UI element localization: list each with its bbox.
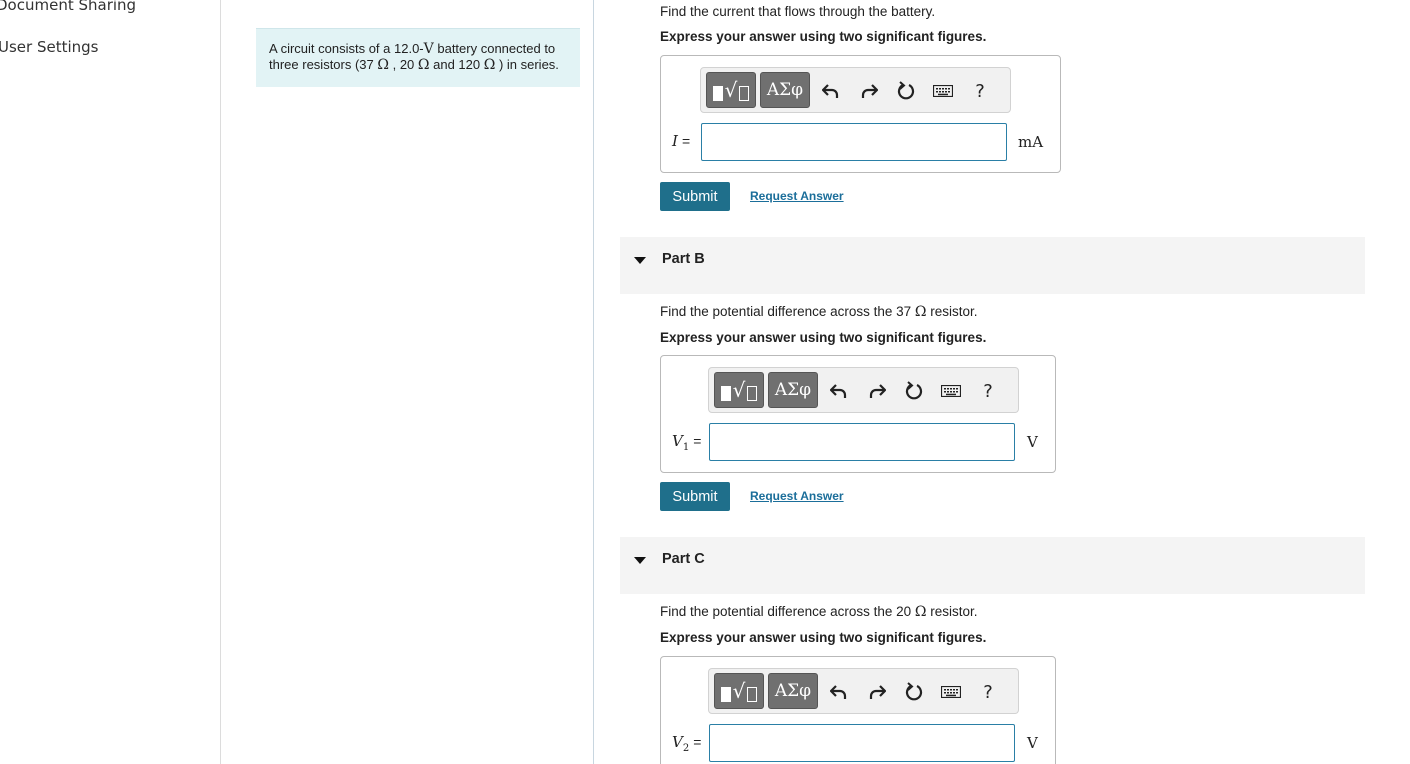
intro-text: A circuit consists of a 12.0- — [269, 41, 424, 56]
intro-text: battery connected to — [433, 41, 556, 56]
templates-icon: √ — [712, 79, 750, 101]
help-label: ? — [983, 380, 993, 402]
part-c-unit: V — [1027, 734, 1038, 752]
ohm-symbol: Ω — [483, 57, 496, 73]
prompt-text: Find the potential difference across the… — [660, 604, 915, 619]
part-a-prompt: Find the current that flows through the … — [660, 4, 936, 19]
reset-icon[interactable] — [895, 80, 917, 102]
templates-button[interactable]: √ — [714, 673, 764, 709]
variable-subscript: 1 — [682, 442, 690, 453]
intro-line-2: three resistors (37 Ω , 20 Ω and 120 Ω )… — [269, 57, 568, 73]
part-c-header[interactable]: Part C — [620, 537, 1365, 594]
nav-item-document-sharing[interactable]: Document Sharing — [0, 0, 136, 14]
part-b-variable-label: V1 = — [672, 432, 701, 453]
intro-text: , 20 — [388, 57, 418, 72]
keyboard-icon[interactable] — [931, 80, 955, 102]
part-a-submit-button[interactable]: Submit — [660, 182, 730, 211]
prompt-text: resistor. — [926, 304, 978, 319]
keyboard-icon[interactable] — [939, 380, 963, 402]
reset-icon[interactable] — [903, 681, 925, 703]
left-navigation: Document Sharing User Settings — [0, 0, 221, 764]
collapse-caret-icon[interactable] — [634, 257, 646, 264]
part-c-variable-label: V2 = — [672, 733, 701, 754]
help-icon[interactable]: ? — [969, 80, 991, 102]
part-b-request-answer-link[interactable]: Request Answer — [750, 489, 844, 503]
undo-icon[interactable] — [820, 80, 842, 102]
part-c-answer-input[interactable] — [709, 724, 1015, 762]
keyboard-icon[interactable] — [939, 681, 963, 703]
ohm-symbol: Ω — [377, 57, 389, 73]
variable-symbol: V — [672, 733, 683, 751]
ohm-symbol: Ω — [417, 57, 430, 73]
redo-icon[interactable] — [866, 681, 888, 703]
part-a-math-toolbar: √ ΑΣφ ? — [700, 67, 1011, 113]
collapse-caret-icon[interactable] — [634, 557, 646, 564]
equals-sign: = — [693, 734, 702, 750]
templates-icon: √ — [720, 379, 758, 401]
reset-icon[interactable] — [903, 380, 925, 402]
greek-symbols-label: ΑΣφ — [774, 681, 812, 701]
part-c-math-toolbar: √ ΑΣφ ? — [708, 668, 1019, 714]
variable-symbol: I — [672, 132, 678, 150]
volt-symbol: V — [423, 41, 434, 57]
part-b-unit: V — [1027, 433, 1038, 451]
part-b-instruction: Express your answer using two significan… — [660, 330, 987, 345]
part-a-answer-input[interactable] — [701, 123, 1007, 161]
part-a-request-answer-link[interactable]: Request Answer — [750, 189, 844, 203]
part-a-variable-label: I = — [672, 132, 690, 150]
greek-symbols-button[interactable]: ΑΣφ — [760, 72, 810, 108]
variable-symbol: V — [672, 432, 683, 450]
nav-item-user-settings[interactable]: User Settings — [0, 38, 98, 56]
part-b-submit-button[interactable]: Submit — [660, 482, 730, 511]
help-label: ? — [975, 80, 985, 102]
templates-button[interactable]: √ — [706, 72, 756, 108]
prompt-text: resistor. — [926, 604, 978, 619]
problem-intro: A circuit consists of a 12.0-V battery c… — [256, 28, 580, 87]
intro-text: three resistors (37 — [269, 57, 378, 72]
redo-icon[interactable] — [858, 80, 880, 102]
part-c-prompt: Find the potential difference across the… — [660, 604, 978, 620]
part-a-answer-box: √ ΑΣφ ? I = mA — [660, 55, 1061, 173]
part-b-math-toolbar: √ ΑΣφ ? — [708, 367, 1019, 413]
part-c-instruction: Express your answer using two significan… — [660, 630, 987, 645]
templates-icon: √ — [720, 680, 758, 702]
intro-text: ) in series. — [495, 57, 559, 72]
ohm-symbol: Ω — [914, 304, 927, 320]
part-b-title: Part B — [662, 251, 705, 267]
intro-text: and 120 — [429, 57, 484, 72]
part-b-header[interactable]: Part B — [620, 237, 1365, 294]
part-c-answer-box: √ ΑΣφ ? V2 = V — [660, 656, 1056, 764]
help-icon[interactable]: ? — [977, 681, 999, 703]
part-c-title: Part C — [662, 551, 705, 567]
prompt-text: Find the potential difference across the… — [660, 304, 915, 319]
part-a-unit: mA — [1018, 133, 1044, 151]
variable-subscript: 2 — [682, 743, 690, 754]
undo-icon[interactable] — [828, 380, 850, 402]
intro-line-1: A circuit consists of a 12.0-V battery c… — [269, 41, 568, 57]
greek-symbols-button[interactable]: ΑΣφ — [768, 372, 818, 408]
greek-symbols-label: ΑΣφ — [774, 380, 812, 400]
undo-icon[interactable] — [828, 681, 850, 703]
part-b-answer-input[interactable] — [709, 423, 1015, 461]
greek-symbols-label: ΑΣφ — [766, 80, 804, 100]
templates-button[interactable]: √ — [714, 372, 764, 408]
intro-column: A circuit consists of a 12.0-V battery c… — [221, 0, 594, 764]
greek-symbols-button[interactable]: ΑΣφ — [768, 673, 818, 709]
part-a-instruction: Express your answer using two significan… — [660, 29, 987, 44]
part-b-prompt: Find the potential difference across the… — [660, 304, 978, 320]
equals-sign: = — [693, 433, 702, 449]
part-b-answer-box: √ ΑΣφ ? V1 = V — [660, 355, 1056, 473]
redo-icon[interactable] — [866, 380, 888, 402]
help-icon[interactable]: ? — [977, 380, 999, 402]
ohm-symbol: Ω — [914, 604, 927, 620]
equals-sign: = — [681, 133, 691, 149]
help-label: ? — [983, 681, 993, 703]
